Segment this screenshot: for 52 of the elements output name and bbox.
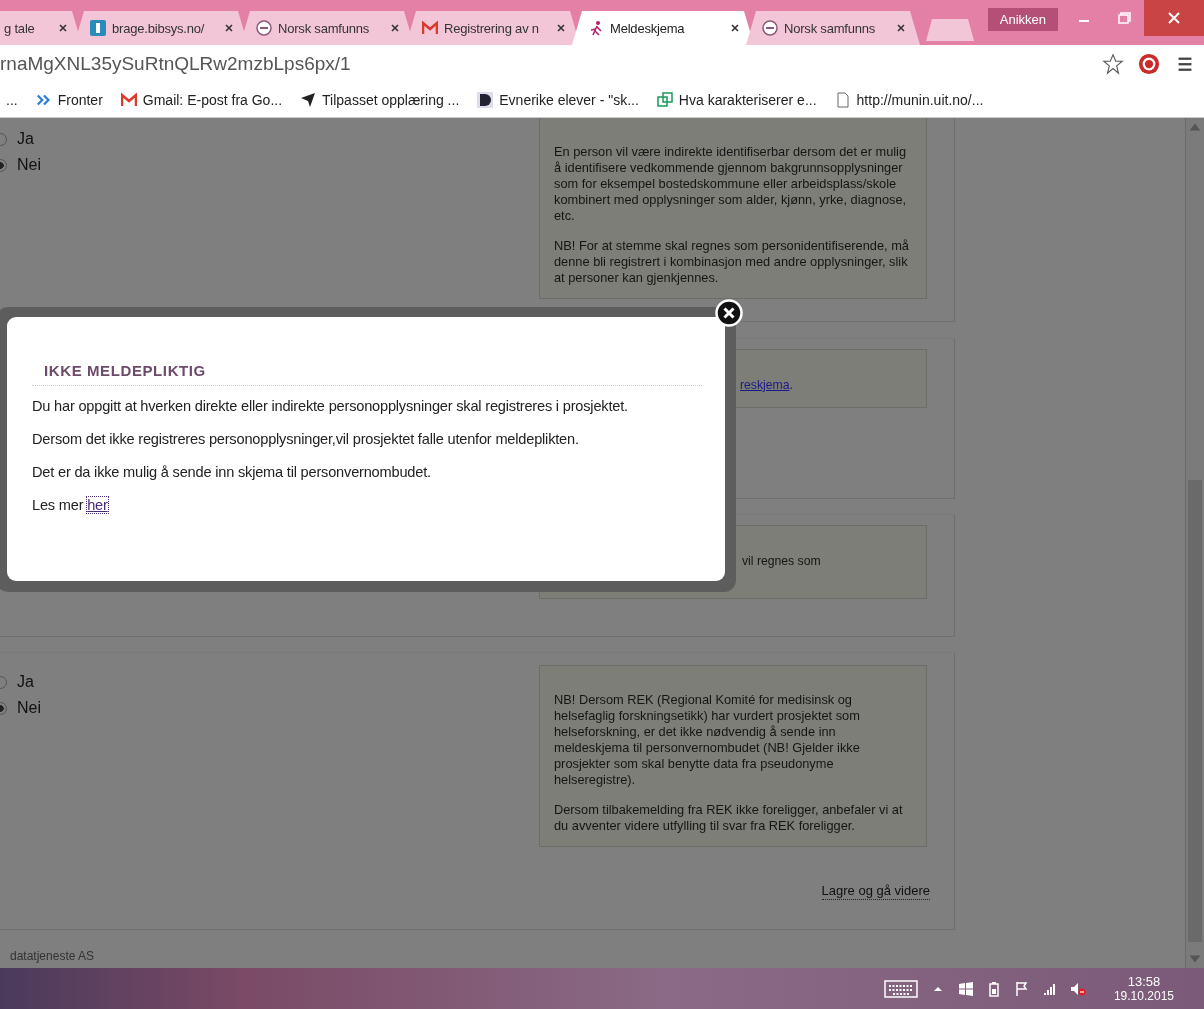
help-text: . [789, 378, 793, 392]
dialog-text: Det er da ikke mulig å sende inn skjema til personvernombudet. [32, 464, 432, 480]
radio-label: Ja [17, 130, 34, 148]
radio-label: Nei [17, 156, 41, 174]
help-text: NB! Dersom REK (Regional Komité for medisinsk og helsefaglig forskningsetikk) har vurdert prosjektet som helseforskning, er det ikke nødvendig å sende inn meldeskjema til personvernombudet (NB! Gjelder ikke prosjekter som skal benytte data fra pseudonyme helseregistre). [554, 692, 861, 788]
radio-label: Ja [17, 673, 34, 691]
scrollbar[interactable] [1185, 118, 1204, 968]
circle-logo-icon [256, 20, 272, 36]
browser-tab[interactable]: Norsk samfunns [746, 11, 920, 45]
squares-icon [656, 91, 673, 108]
circle-logo-icon [762, 20, 778, 36]
bookmark-link[interactable]: Hva karakteriserer e... [678, 91, 817, 108]
letter-d-icon [477, 91, 494, 108]
dialog-text: Les mer [32, 497, 84, 513]
close-icon[interactable] [224, 23, 234, 33]
gmail-icon [422, 20, 438, 36]
windows-icon[interactable] [957, 980, 974, 997]
save-button[interactable]: Lagre og gå videre [821, 883, 930, 900]
figure-icon [588, 20, 604, 36]
clock-time[interactable]: 13:58 [1127, 973, 1161, 989]
close-icon[interactable] [730, 23, 740, 33]
bookmark-link[interactable]: Gmail: E-post fra Go... [142, 91, 283, 108]
paper-plane-icon [300, 91, 317, 108]
keyboard-icon[interactable] [883, 978, 918, 999]
help-text: Dersom tilbakemelding fra REK ikke foreligger, anbefaler vi at du avventer videre utfylling til svar fra REK foreligger. [554, 802, 904, 834]
clock-date[interactable]: 19.10.2015 [1113, 988, 1174, 1004]
help-text: En person vil være indirekte identifiserbar dersom det er mulig å identifisere vedkommende gjennom bakgrunnsopplysninger som for eksempel bostedskommune eller arbeidsplass/skole kombinert med opplysninger som alder, kjønn, yrke, diagnose, etc. [554, 144, 908, 224]
page-icon [834, 91, 851, 108]
close-icon[interactable] [390, 23, 400, 33]
address-field[interactable]: rnaMgXNL35ySuRtnQLRw2mzbLps6px/1 [0, 52, 1088, 75]
footer-text: datatjeneste AS [9, 948, 96, 965]
profile-button[interactable]: Anikken [987, 8, 1058, 31]
bookmark-link[interactable]: ... [6, 91, 18, 108]
close-icon[interactable] [58, 23, 68, 33]
bookmark-link[interactable]: Fronter [57, 91, 103, 108]
bookmark-link[interactable]: http://munin.uit.no/... [856, 91, 984, 108]
help-text: vil regnes som [742, 553, 821, 569]
bookmark-link[interactable]: Evnerike elever - "sk... [499, 91, 639, 108]
stop-sign-icon[interactable] [1138, 52, 1160, 75]
bookmark-link[interactable]: Tilpasset opplæring ... [322, 91, 460, 108]
close-icon[interactable] [896, 23, 906, 33]
dialog-title: IKKE MELDEPLIKTIG [32, 362, 702, 386]
dialog-text: Dersom det ikke registreres personopplysninger,vil prosjektet falle utenfor meldeplikten. [32, 431, 580, 447]
close-icon[interactable] [556, 23, 566, 33]
star-icon[interactable] [1102, 52, 1124, 75]
radio-label: Nei [17, 699, 41, 717]
help-text: NB! For at stemme skal regnes som personidentifiserende, må denne bli registrert i kombinasjon med andre opplysninger, slik at personer kan gjenkjennes. [554, 238, 910, 286]
gmail-icon [120, 91, 137, 108]
read-more-link[interactable]: her [87, 497, 108, 513]
dialog-text: Du har oppgitt at hverken direkte eller indirekte personopplysninger skal registreres i prosjektet. [32, 398, 629, 414]
flag-icon[interactable] [1013, 980, 1030, 997]
letter-b-icon [90, 20, 106, 36]
